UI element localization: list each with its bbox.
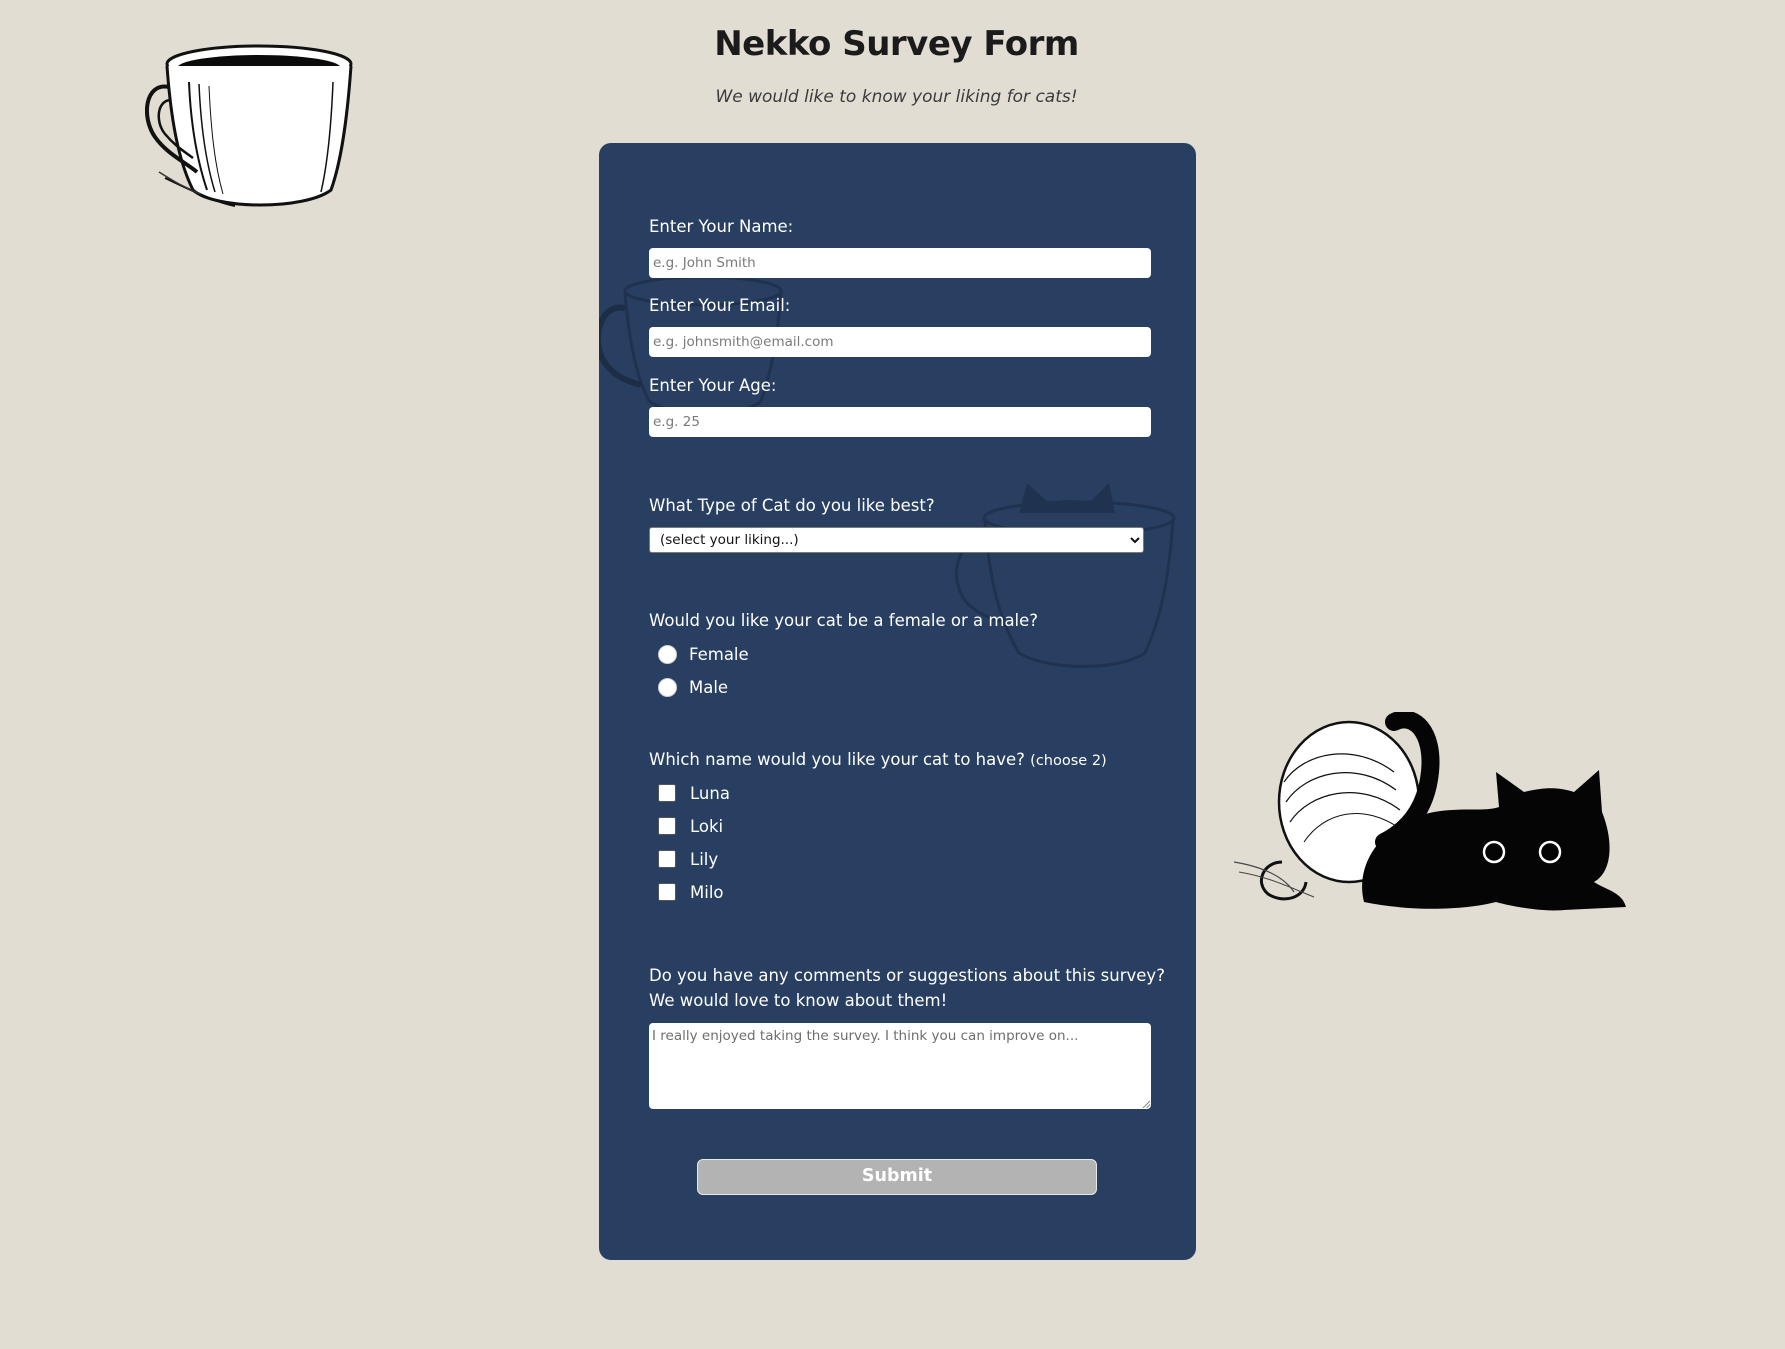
email-label: Enter Your Email: — [649, 296, 791, 315]
coffee-cup-icon — [145, 44, 353, 207]
cat-in-cup-icon — [955, 483, 1176, 668]
checkbox[interactable] — [658, 817, 676, 835]
cat-name-question: Which name would you like your cat to ha… — [649, 747, 1107, 774]
name-input[interactable] — [649, 248, 1151, 278]
survey-form-card: Enter Your Name: Enter Your Email: Enter… — [599, 143, 1196, 1260]
cat-name-option-luna[interactable]: Luna — [658, 782, 730, 804]
cat-name-option-loki[interactable]: Loki — [658, 815, 723, 837]
cat-name-option-label: Milo — [690, 882, 724, 902]
cat-name-option-milo[interactable]: Milo — [658, 881, 724, 903]
radio-button[interactable] — [658, 677, 677, 697]
resize-grip-icon[interactable] — [1142, 1100, 1150, 1108]
gender-option-label: Male — [689, 677, 729, 697]
comments-label-line1: Do you have any comments or suggestions … — [649, 966, 1165, 985]
comments-label-line2: We would love to know about them! — [649, 991, 948, 1010]
gender-option-label: Female — [689, 644, 749, 664]
cat-name-option-label: Loki — [690, 816, 724, 836]
name-label: Enter Your Name: — [649, 217, 794, 236]
age-label: Enter Your Age: — [649, 376, 777, 395]
gender-option-male[interactable]: Male — [658, 676, 728, 698]
checkbox[interactable] — [658, 883, 676, 901]
cat-type-label: What Type of Cat do you like best? — [649, 496, 935, 515]
age-input[interactable] — [649, 407, 1151, 437]
cat-name-label: Which name would you like your cat to ha… — [649, 750, 1025, 769]
gender-option-female[interactable]: Female — [658, 643, 749, 665]
checkbox[interactable] — [658, 784, 676, 802]
cat-name-option-label: Lily — [690, 849, 719, 869]
cat-name-option-lily[interactable]: Lily — [658, 848, 718, 870]
comments-textarea[interactable] — [649, 1023, 1151, 1109]
gender-label: Would you like your cat be a female or a… — [649, 611, 1039, 630]
checkbox[interactable] — [658, 850, 676, 868]
cat-type-select[interactable]: (select your liking...) — [649, 527, 1144, 553]
email-input[interactable] — [649, 327, 1151, 357]
black-cat-in-tipped-cup-icon — [1234, 712, 1626, 911]
cat-name-option-label: Luna — [690, 783, 730, 803]
submit-button[interactable]: Submit — [697, 1159, 1097, 1195]
cat-name-hint: (choose 2) — [1030, 753, 1107, 769]
radio-button[interactable] — [658, 644, 677, 664]
